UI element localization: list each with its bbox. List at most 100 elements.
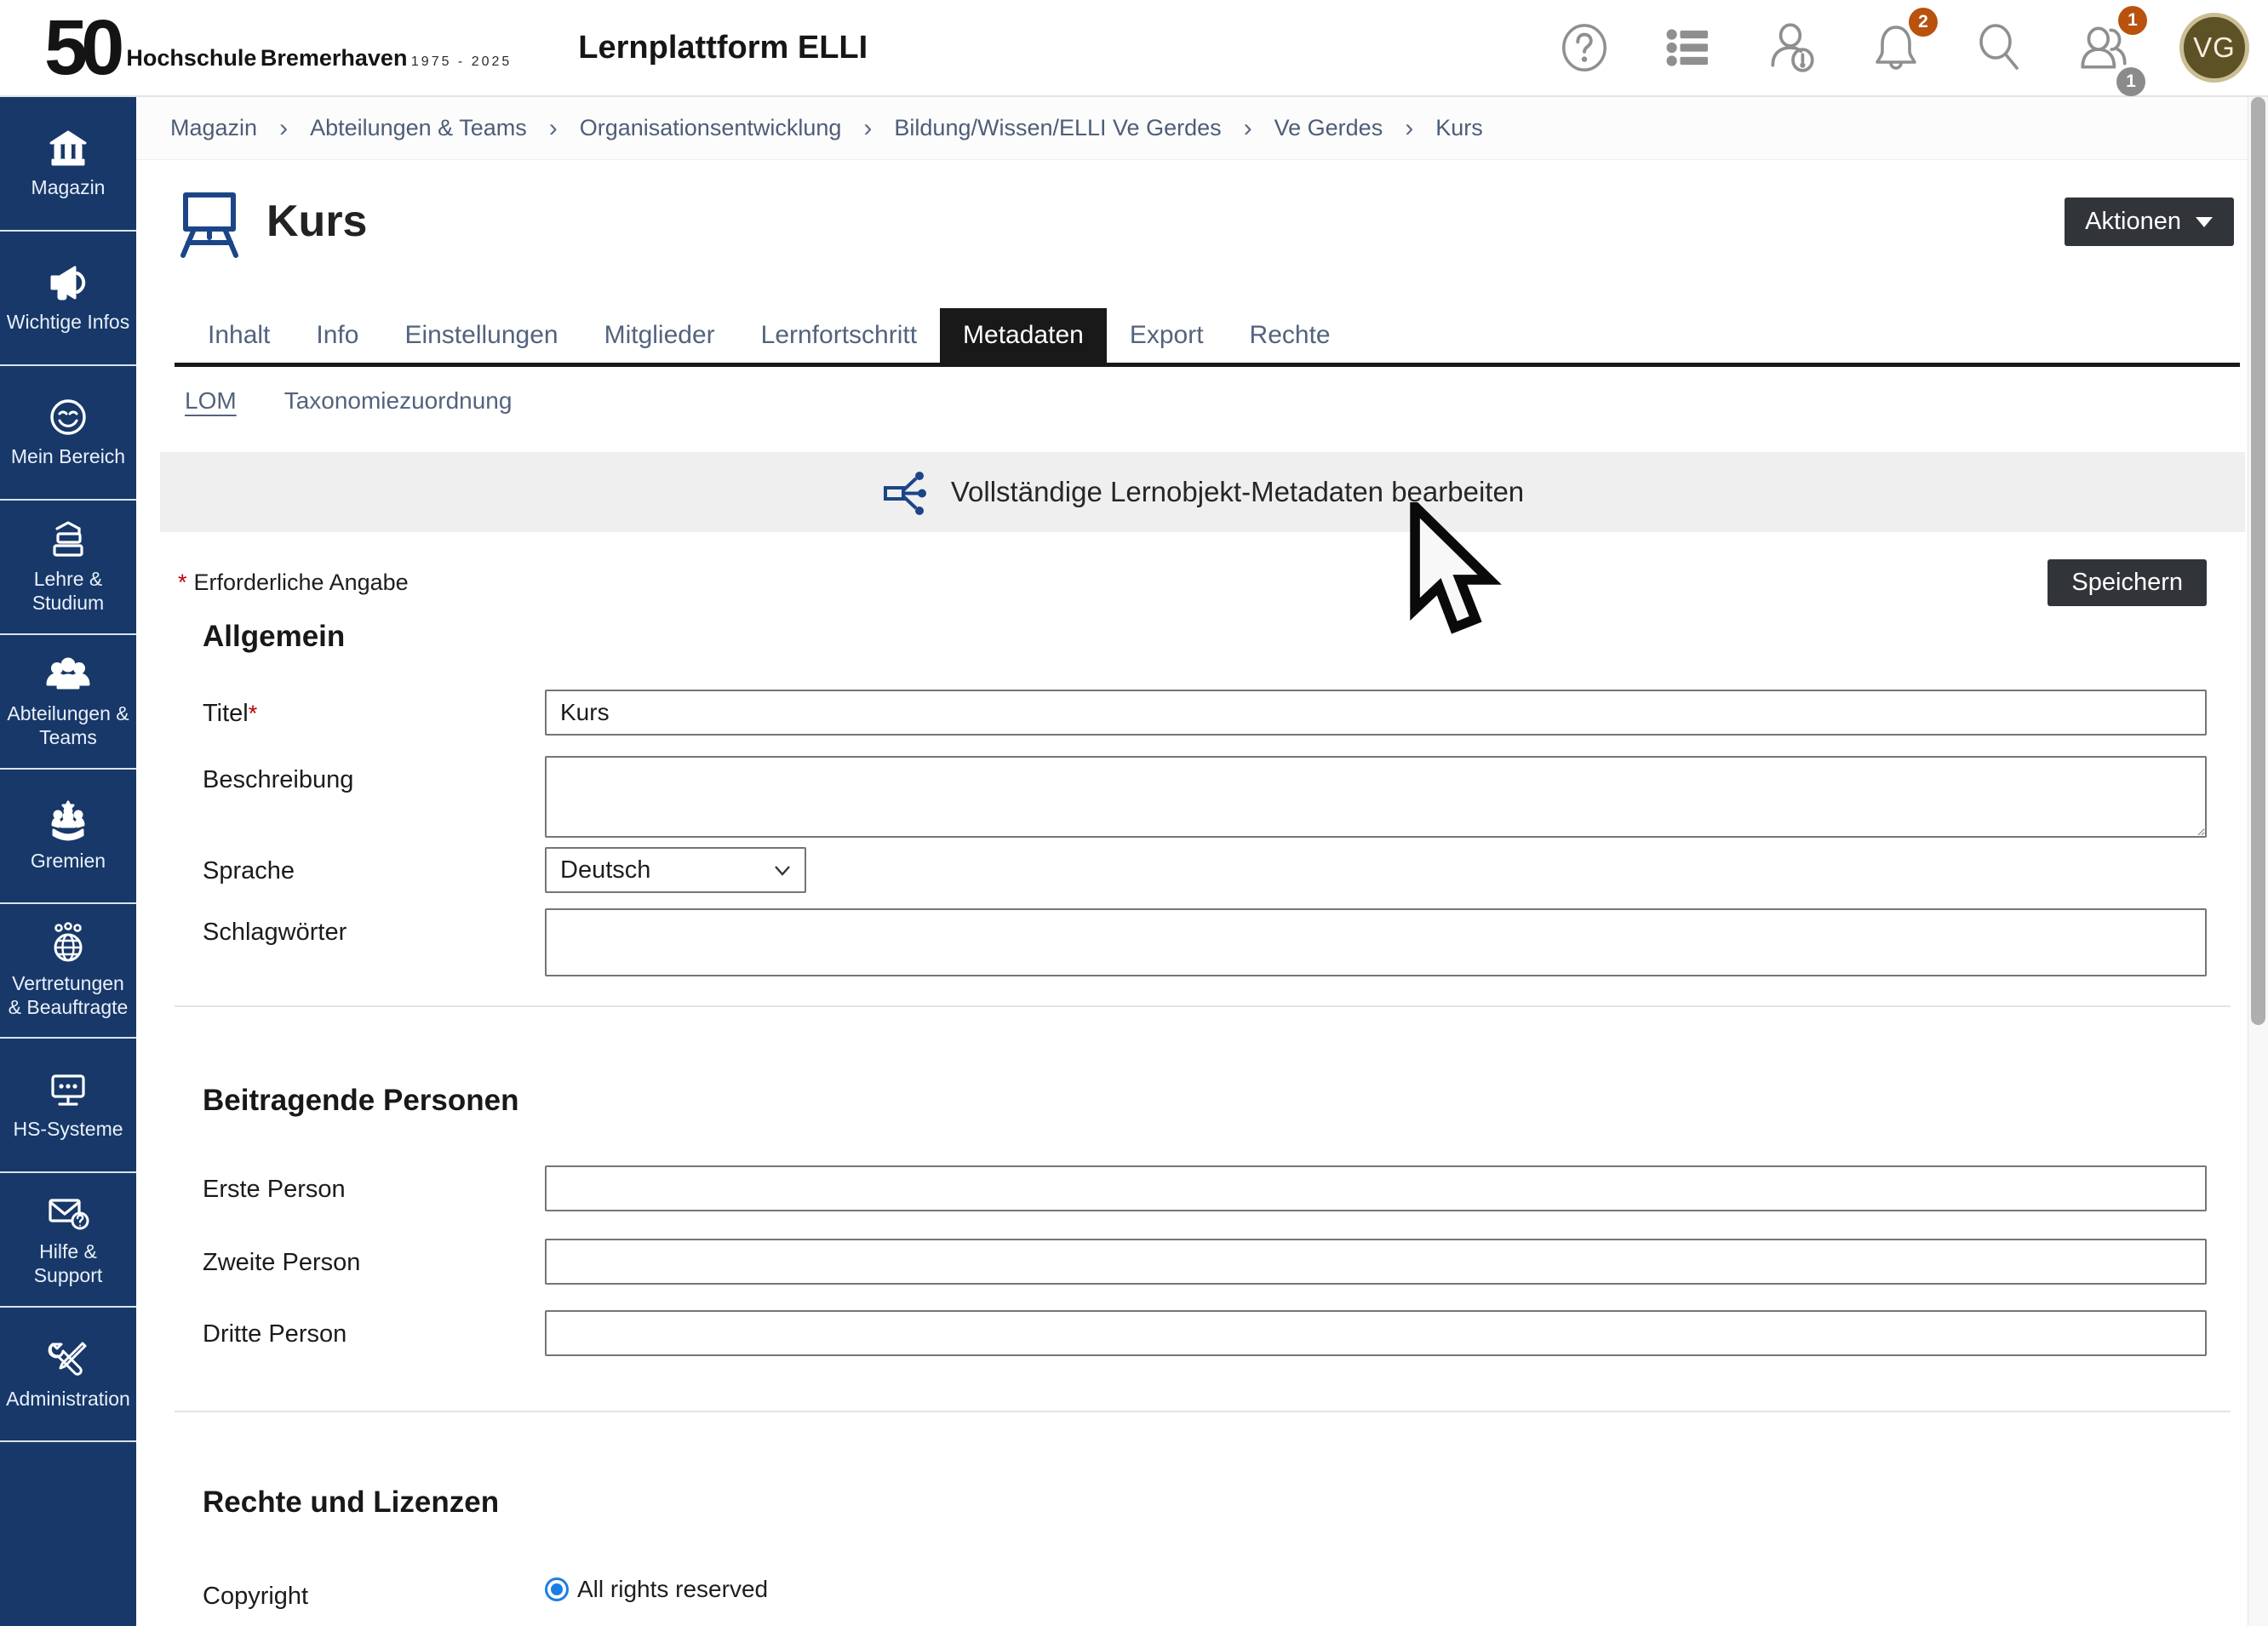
edit-full-metadata-link[interactable]: Vollständige Lernobjekt-Metadaten bearbe… bbox=[160, 452, 2245, 532]
form-row-dritte-person: Dritte Person bbox=[136, 1310, 2248, 1356]
sidebar-item-abteilungen-teams[interactable]: Abteilungen & Teams bbox=[0, 635, 136, 770]
sidebar-item-mein-bereich[interactable]: Mein Bereich bbox=[0, 366, 136, 501]
course-easel-icon bbox=[175, 189, 244, 259]
breadcrumb-item[interactable]: Abteilungen & Teams bbox=[310, 115, 527, 141]
chevron-right-icon: › bbox=[1244, 114, 1252, 143]
breadcrumb-item[interactable]: Organisationsentwicklung bbox=[580, 115, 842, 141]
schlagwoerter-input[interactable] bbox=[545, 908, 2207, 976]
megaphone-icon bbox=[47, 262, 89, 303]
logo-50-mark: 50 bbox=[44, 14, 117, 81]
titel-input[interactable] bbox=[545, 690, 2207, 736]
subtab-taxonomiezuordnung[interactable]: Taxonomiezuordnung bbox=[284, 387, 513, 415]
globe-people-icon bbox=[47, 922, 89, 965]
main-sidebar: Magazin Wichtige Infos Mein Bereich Lehr… bbox=[0, 97, 136, 1626]
books-cap-icon bbox=[47, 519, 89, 560]
zweite-person-input[interactable] bbox=[545, 1239, 2207, 1285]
section-title-beitragende-personen: Beitragende Personen bbox=[203, 1084, 2248, 1118]
smiley-icon bbox=[48, 397, 89, 438]
subtab-bar: LOM Taxonomiezuordnung bbox=[185, 387, 2248, 415]
form-row-schlagwoerter: Schlagwörter bbox=[136, 908, 2248, 976]
chevron-right-icon: › bbox=[863, 114, 872, 143]
page-title: Kurs bbox=[266, 196, 367, 247]
form-row-zweite-person: Zweite Person bbox=[136, 1239, 2248, 1285]
user-avatar[interactable]: VG bbox=[2179, 13, 2249, 83]
mail-question-icon bbox=[46, 1192, 90, 1233]
university-logo: 50 Hochschule Bremerhaven 1975 - 2025 bbox=[44, 14, 512, 81]
tab-mitglieder[interactable]: Mitglieder bbox=[581, 308, 738, 363]
bank-icon bbox=[48, 128, 89, 169]
tab-export[interactable]: Export bbox=[1107, 308, 1227, 363]
tab-lernfortschritt[interactable]: Lernfortschritt bbox=[738, 308, 940, 363]
tab-info[interactable]: Info bbox=[293, 308, 381, 363]
list-icon[interactable] bbox=[1660, 18, 1716, 77]
breadcrumb-item[interactable]: Kurs bbox=[1435, 115, 1483, 141]
vertical-scrollbar bbox=[2248, 97, 2268, 1626]
sidebar-item-hilfe-support[interactable]: Hilfe & Support bbox=[0, 1173, 136, 1308]
section-divider bbox=[175, 1005, 2231, 1007]
sidebar-item-administration[interactable]: Administration bbox=[0, 1308, 136, 1442]
sidebar-empty-area bbox=[0, 1442, 136, 1626]
breadcrumb-item[interactable]: Bildung/Wissen/ELLI Ve Gerdes bbox=[894, 115, 1221, 141]
sidebar-item-lehre-studium[interactable]: Lehre & Studium bbox=[0, 501, 136, 635]
schlagwoerter-label: Schlagwörter bbox=[203, 908, 545, 976]
people-group-icon bbox=[46, 654, 90, 695]
sprache-label: Sprache bbox=[203, 847, 545, 893]
help-icon[interactable] bbox=[1556, 18, 1612, 77]
chevron-right-icon: › bbox=[549, 114, 558, 143]
main-content: Magazin › Abteilungen & Teams › Organisati… bbox=[136, 97, 2248, 1626]
dritte-person-input[interactable] bbox=[545, 1310, 2207, 1356]
tab-bar: Inhalt Info Einstellungen Mitglieder Ler… bbox=[175, 308, 2240, 367]
sprache-selected-value: Deutsch bbox=[560, 856, 650, 885]
chevron-right-icon: › bbox=[279, 114, 288, 143]
beschreibung-label: Beschreibung bbox=[203, 756, 545, 842]
section-title-rechte-lizenzen: Rechte und Lizenzen bbox=[203, 1486, 2248, 1520]
breadcrumb-item[interactable]: Magazin bbox=[170, 115, 257, 141]
who-is-online-icon[interactable] bbox=[1764, 18, 1820, 77]
titel-label: Titel bbox=[203, 700, 249, 727]
tab-inhalt[interactable]: Inhalt bbox=[185, 308, 293, 363]
sidebar-item-gremien[interactable]: Gremien bbox=[0, 770, 136, 904]
actions-button[interactable]: Aktionen bbox=[2065, 198, 2234, 246]
monitor-password-icon bbox=[47, 1069, 89, 1110]
sprache-select[interactable]: Deutsch bbox=[545, 847, 806, 893]
tab-einstellungen[interactable]: Einstellungen bbox=[381, 308, 581, 363]
form-row-titel: Titel* bbox=[136, 690, 2248, 736]
application-window: 50 Hochschule Bremerhaven 1975 - 2025 Le… bbox=[0, 0, 2268, 1626]
page-header: Kurs Aktionen bbox=[136, 189, 2248, 259]
erste-person-input[interactable] bbox=[545, 1165, 2207, 1211]
section-title-allgemein: Allgemein bbox=[203, 620, 2248, 654]
copyright-label: Copyright bbox=[203, 1572, 545, 1611]
tab-metadaten[interactable]: Metadaten bbox=[940, 308, 1107, 363]
required-star: * bbox=[249, 701, 258, 726]
form-row-beschreibung: Beschreibung bbox=[136, 756, 2248, 842]
chevron-right-icon: › bbox=[1405, 114, 1413, 143]
erste-person-label: Erste Person bbox=[203, 1165, 545, 1211]
form-row-sprache: Sprache Deutsch bbox=[136, 847, 2248, 893]
header-icon-bar: 2 1 1 VG bbox=[1556, 13, 2249, 83]
top-header: 50 Hochschule Bremerhaven 1975 - 2025 Le… bbox=[0, 0, 2268, 97]
contacts-badge-bottom: 1 bbox=[2116, 67, 2145, 96]
logo-line1: Hochschule bbox=[126, 45, 256, 71]
tab-rechte[interactable]: Rechte bbox=[1227, 308, 1354, 363]
section-divider bbox=[175, 1411, 2231, 1412]
notifications-bell-icon[interactable]: 2 bbox=[1868, 18, 1924, 77]
zweite-person-label: Zweite Person bbox=[203, 1239, 545, 1285]
contacts-icon[interactable]: 1 1 bbox=[2076, 18, 2132, 77]
beschreibung-textarea[interactable] bbox=[545, 756, 2207, 838]
subtab-lom[interactable]: LOM bbox=[185, 387, 237, 415]
bell-badge: 2 bbox=[1909, 8, 1938, 37]
copyright-radio[interactable] bbox=[545, 1577, 569, 1601]
breadcrumb: Magazin › Abteilungen & Teams › Organisati… bbox=[136, 97, 2248, 160]
copyright-option-label: All rights reserved bbox=[577, 1576, 768, 1603]
logo-years: 1975 - 2025 bbox=[411, 54, 512, 69]
sidebar-item-hs-systeme[interactable]: HS-Systeme bbox=[0, 1039, 136, 1173]
sidebar-item-wichtige-infos[interactable]: Wichtige Infos bbox=[0, 232, 136, 366]
breadcrumb-item[interactable]: Ve Gerdes bbox=[1274, 115, 1383, 141]
required-hint: Erforderliche Angabe bbox=[194, 570, 409, 595]
scrollbar-thumb[interactable] bbox=[2251, 97, 2265, 1025]
search-icon[interactable] bbox=[1972, 18, 2028, 77]
sidebar-item-magazin[interactable]: Magazin bbox=[0, 97, 136, 232]
edit-full-metadata-label: Vollständige Lernobjekt-Metadaten bearbe… bbox=[951, 476, 1524, 508]
save-button[interactable]: Speichern bbox=[2048, 559, 2207, 606]
sidebar-item-vertretungen[interactable]: Vertretungen & Beauftragte bbox=[0, 904, 136, 1039]
